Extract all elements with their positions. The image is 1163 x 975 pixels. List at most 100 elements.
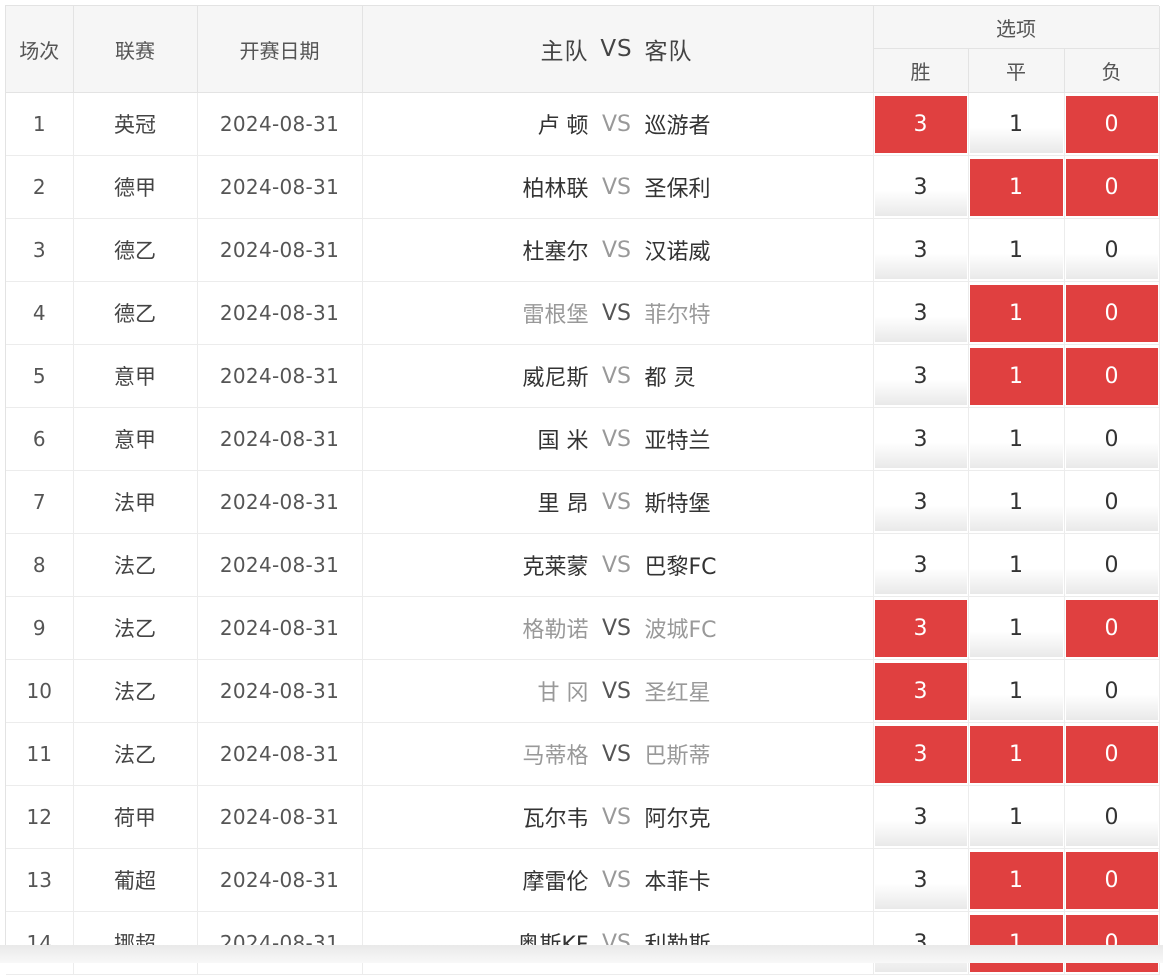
option-win-button[interactable]: 3 (874, 95, 967, 153)
option-draw-button[interactable]: 1 (969, 473, 1063, 531)
option-win-button[interactable]: 3 (874, 347, 967, 405)
option-win-cell: 3 (873, 218, 969, 282)
option-draw-button[interactable]: 1 (969, 536, 1063, 594)
match-cell: 柏林联 VS 圣保利 (362, 155, 874, 219)
option-draw-cell: 1 (968, 659, 1065, 723)
home-team: 甘 冈 (537, 681, 589, 706)
option-win-button[interactable]: 3 (874, 599, 967, 657)
option-draw-button[interactable]: 1 (969, 221, 1063, 279)
away-team: 汉诺威 (644, 240, 711, 265)
league-name: 德乙 (73, 281, 198, 345)
round-number: 4 (6, 281, 74, 345)
option-win-button[interactable]: 3 (874, 410, 967, 468)
option-win-button[interactable]: 3 (874, 725, 967, 783)
bottom-scroll-shadow (0, 945, 1163, 963)
option-win-button[interactable]: 3 (874, 221, 967, 279)
table-row: 12 荷甲 2024-08-31 瓦尔韦 VS 阿尔克 3 1 0 (6, 785, 1160, 849)
option-lose-button[interactable]: 0 (1065, 662, 1158, 720)
option-win-button[interactable]: 3 (874, 662, 967, 720)
option-lose-cell: 0 (1064, 155, 1160, 219)
option-win-button[interactable]: 3 (874, 788, 967, 846)
match-cell: 甘 冈 VS 圣红星 (362, 659, 874, 723)
home-team: 威尼斯 (522, 366, 589, 391)
match-cell: 雷根堡 VS 菲尔特 (362, 281, 874, 345)
option-win-button[interactable]: 3 (874, 284, 967, 342)
option-draw-button[interactable]: 1 (969, 851, 1063, 909)
option-draw-cell: 1 (968, 281, 1065, 345)
home-team: 卢 顿 (537, 114, 589, 139)
league-name: 法乙 (73, 659, 198, 723)
option-draw-button[interactable]: 1 (969, 410, 1063, 468)
match-cell: 克莱蒙 VS 巴黎FC (362, 533, 874, 597)
header-league: 联赛 (73, 6, 198, 93)
match-cell: 杜塞尔 VS 汉诺威 (362, 218, 874, 282)
option-lose-cell: 0 (1064, 722, 1160, 786)
table-row: 6 意甲 2024-08-31 国 米 VS 亚特兰 3 1 0 (6, 407, 1160, 471)
option-lose-button[interactable]: 0 (1065, 536, 1158, 594)
match-cell: 卢 顿 VS 巡游者 (362, 92, 874, 156)
table-row: 13 葡超 2024-08-31 摩雷伦 VS 本菲卡 3 1 0 (6, 848, 1160, 912)
round-number: 2 (6, 155, 74, 219)
match-date: 2024-08-31 (197, 722, 363, 786)
option-win-button[interactable]: 3 (874, 851, 967, 909)
round-number: 3 (6, 218, 74, 282)
table-row: 5 意甲 2024-08-31 威尼斯 VS 都 灵 310 (6, 344, 1160, 408)
match-date: 2024-08-31 (197, 596, 363, 660)
match-table-container: 场次 联赛 开赛日期 主队 VS 客队 选项 胜 平 负 1 英冠 2024-08-… (5, 5, 1160, 975)
option-lose-cell: 0 (1064, 533, 1160, 597)
option-draw-button[interactable]: 1 (969, 662, 1063, 720)
round-number: 6 (6, 407, 74, 471)
option-lose-button[interactable]: 0 (1065, 473, 1158, 531)
option-lose-button[interactable]: 0 (1065, 410, 1158, 468)
option-draw-button[interactable]: 1 (969, 95, 1063, 153)
away-team: 都 灵 (644, 366, 696, 391)
vs-label: VS (601, 678, 631, 704)
vs-label: VS (601, 237, 631, 263)
round-number: 5 (6, 344, 74, 408)
option-draw-button[interactable]: 1 (969, 725, 1063, 783)
header-draw: 平 (968, 48, 1065, 93)
option-draw-cell: 1 (968, 533, 1065, 597)
option-draw-cell: 1 (968, 470, 1065, 534)
header-lose: 负 (1064, 48, 1160, 93)
table-row: 8 法乙 2024-08-31 克莱蒙 VS 巴黎FC 3 1 0 (6, 533, 1160, 597)
option-lose-button[interactable]: 0 (1065, 725, 1158, 783)
option-win-button[interactable]: 3 (874, 473, 967, 531)
option-draw-button[interactable]: 1 (969, 788, 1063, 846)
option-lose-button[interactable]: 0 (1065, 599, 1158, 657)
option-lose-button[interactable]: 0 (1065, 95, 1158, 153)
away-team: 巴斯蒂 (644, 744, 711, 769)
option-lose-button[interactable]: 0 (1065, 221, 1158, 279)
round-number: 10 (6, 659, 74, 723)
option-draw-button[interactable]: 1 (969, 158, 1063, 216)
option-win-cell: 3 (873, 533, 969, 597)
option-lose-button[interactable]: 0 (1065, 851, 1158, 909)
option-win-button[interactable]: 3 (874, 158, 967, 216)
option-lose-cell: 0 (1064, 407, 1160, 471)
match-cell: 奥斯KFVS利勒斯 (362, 911, 874, 975)
option-draw-cell: 1 (968, 92, 1065, 156)
vs-label: VS (601, 489, 631, 515)
option-lose-button[interactable]: 0 (1065, 158, 1158, 216)
option-draw-button[interactable]: 1 (969, 284, 1063, 342)
option-win-button[interactable]: 3 (874, 536, 967, 594)
match-cell: 国 米 VS 亚特兰 (362, 407, 874, 471)
option-draw-button[interactable]: 1 (969, 347, 1063, 405)
option-lose-button[interactable]: 0 (1065, 347, 1158, 405)
home-team: 摩雷伦 (522, 870, 589, 895)
option-draw-cell: 1 (968, 407, 1065, 471)
match-cell: 马蒂格 VS 巴斯蒂 (362, 722, 874, 786)
header-match: 主队 VS 客队 (362, 6, 874, 93)
option-lose-button[interactable]: 0 (1065, 284, 1158, 342)
option-draw-cell: 1 (968, 785, 1065, 849)
option-lose-button[interactable]: 0 (1065, 788, 1158, 846)
option-lose-cell: 0 (1064, 911, 1160, 975)
away-team: 斯特堡 (644, 492, 711, 517)
option-draw-cell: 1 (968, 218, 1065, 282)
option-draw-button[interactable]: 1 (969, 599, 1063, 657)
league-name: 挪超 (73, 911, 198, 975)
header-away: 客队 (644, 39, 693, 65)
match-cell: 瓦尔韦 VS 阿尔克 (362, 785, 874, 849)
header-vs: VS (600, 36, 633, 62)
option-win-cell: 3 (873, 92, 969, 156)
